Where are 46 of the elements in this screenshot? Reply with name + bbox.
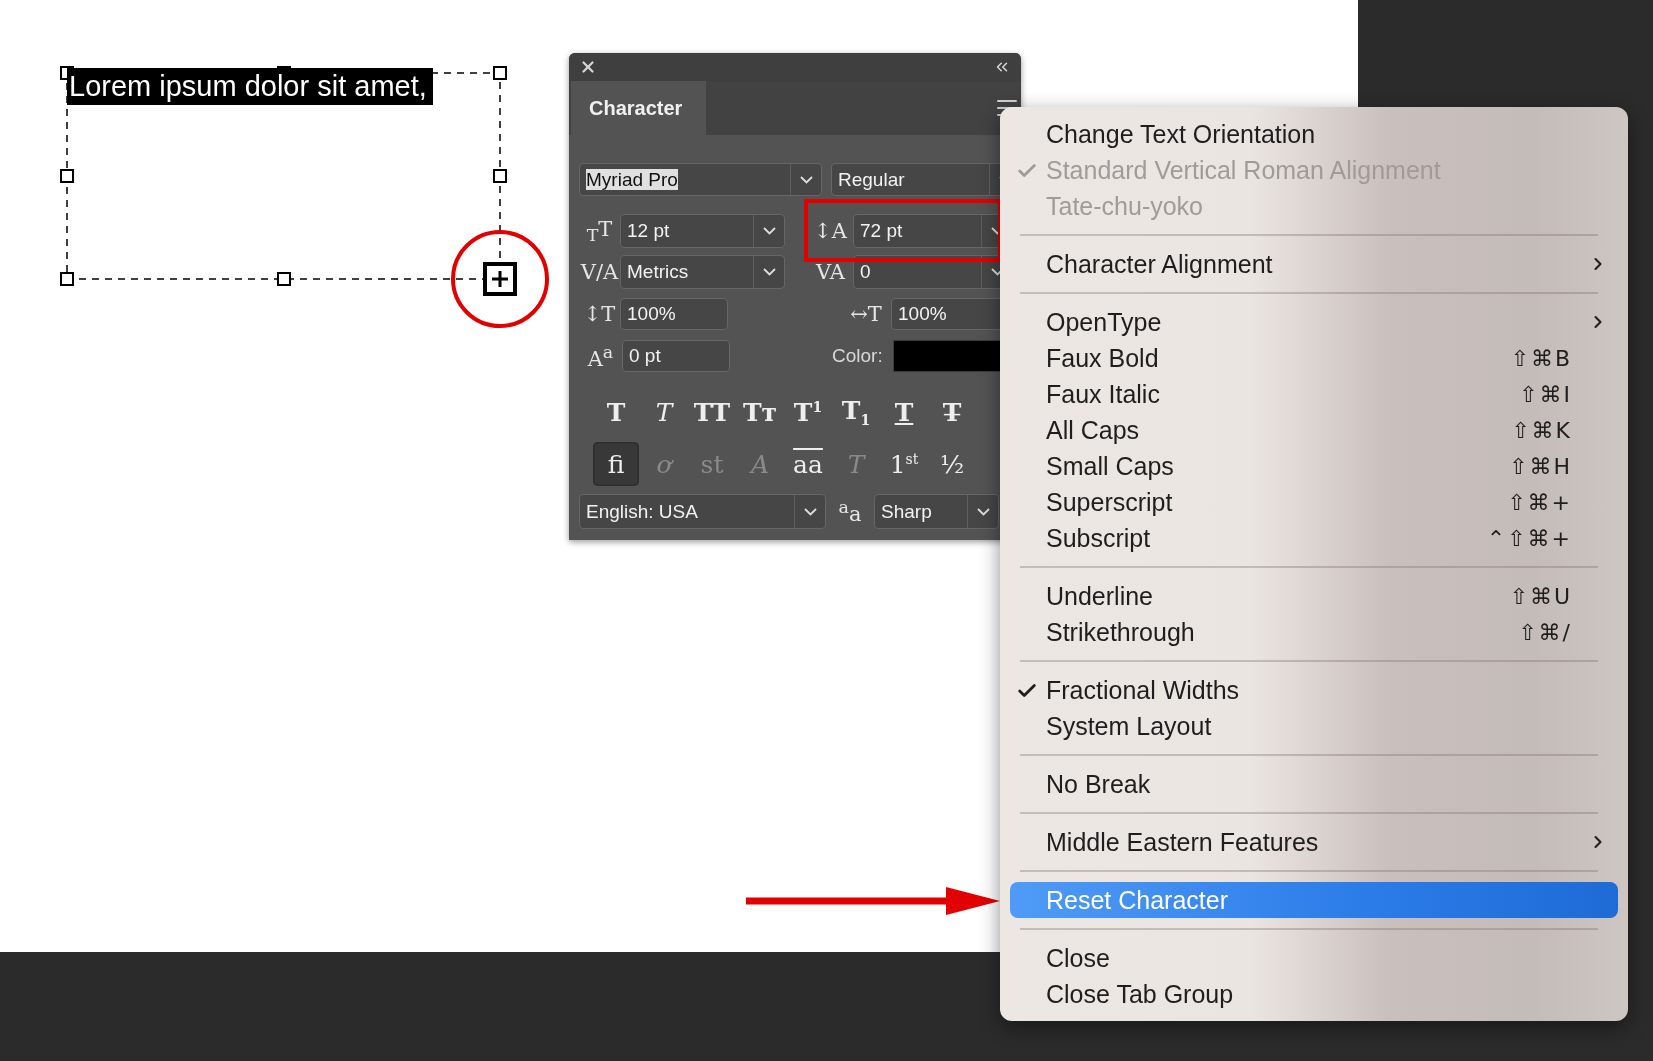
menu-item[interactable]: Character Alignment [1010, 246, 1618, 282]
menu-item[interactable]: Strikethrough ⇧⌘/ [1010, 614, 1618, 650]
menu-item[interactable]: Close Tab Group [1010, 976, 1618, 1012]
tracking-icon: VA [808, 260, 853, 284]
menu-item[interactable]: System Layout [1010, 708, 1618, 744]
menu-item[interactable]: All Caps ⇧⌘K [1010, 412, 1618, 448]
menu-item[interactable]: No Break [1010, 766, 1618, 802]
menu-item[interactable]: Faux Bold ⇧⌘B [1010, 340, 1618, 376]
opentype-button[interactable]: ½ [929, 442, 975, 486]
menu-item[interactable]: Underline ⇧⌘U [1010, 578, 1618, 614]
kerning-icon: V/A [579, 260, 620, 284]
type-style-button[interactable]: T [881, 390, 927, 434]
menu-item[interactable]: Middle Eastern Features [1010, 824, 1618, 860]
opentype-button[interactable]: 1$^{st}$ [881, 442, 927, 486]
menu-item[interactable]: Close [1010, 940, 1618, 976]
type-style-button[interactable]: T [593, 390, 639, 434]
opentype-button[interactable]: fi [593, 442, 639, 486]
leading-icon: ↕A [808, 219, 853, 243]
type-style-button[interactable]: Tᴛ [737, 390, 783, 434]
color-label: Color: [832, 345, 883, 367]
antialias-dropdown[interactable]: Sharp [874, 494, 999, 529]
menu-item[interactable]: Superscript ⇧⌘+ [1010, 484, 1618, 520]
font-family-dropdown[interactable]: Myriad Pro [579, 163, 822, 196]
menu-item[interactable]: Subscript ⌃⇧⌘+ [1010, 520, 1618, 556]
vertical-scale-icon: ↕T [579, 302, 620, 326]
vertical-scale-field[interactable]: 100% [620, 298, 728, 330]
type-style-button[interactable]: T$_{1}$ [833, 390, 879, 434]
font-size-dropdown[interactable]: 12 pt [620, 214, 785, 248]
type-style-button[interactable]: TT [689, 390, 735, 434]
baseline-shift-field[interactable]: 0 pt [622, 340, 730, 372]
menu-item[interactable]: Fractional Widths [1010, 672, 1618, 708]
opentype-button[interactable]: aa [785, 442, 831, 486]
menu-item[interactable]: Faux Italic ⇧⌘I [1010, 376, 1618, 412]
menu-item[interactable]: Change Text Orientation [1010, 116, 1618, 152]
type-style-button[interactable]: T$^{1}$ [785, 390, 831, 434]
type-style-button[interactable]: T [641, 390, 687, 434]
selected-text: Lorem ipsum dolor sit amet, [67, 68, 433, 105]
panel-tab[interactable]: Character [571, 81, 706, 135]
antialias-icon: $^{a}$a [826, 497, 874, 526]
kerning-dropdown[interactable]: Metrics [620, 255, 785, 289]
language-dropdown[interactable]: English: USA [579, 494, 826, 529]
horizontal-scale-icon: ↔T [841, 302, 891, 326]
type-style-button[interactable]: T̶ [929, 390, 975, 434]
font-size-icon: $_{T}$T [579, 216, 620, 246]
menu-item[interactable]: Small Caps ⇧⌘H [1010, 448, 1618, 484]
baseline-shift-icon: A$^{a}$ [579, 341, 622, 371]
